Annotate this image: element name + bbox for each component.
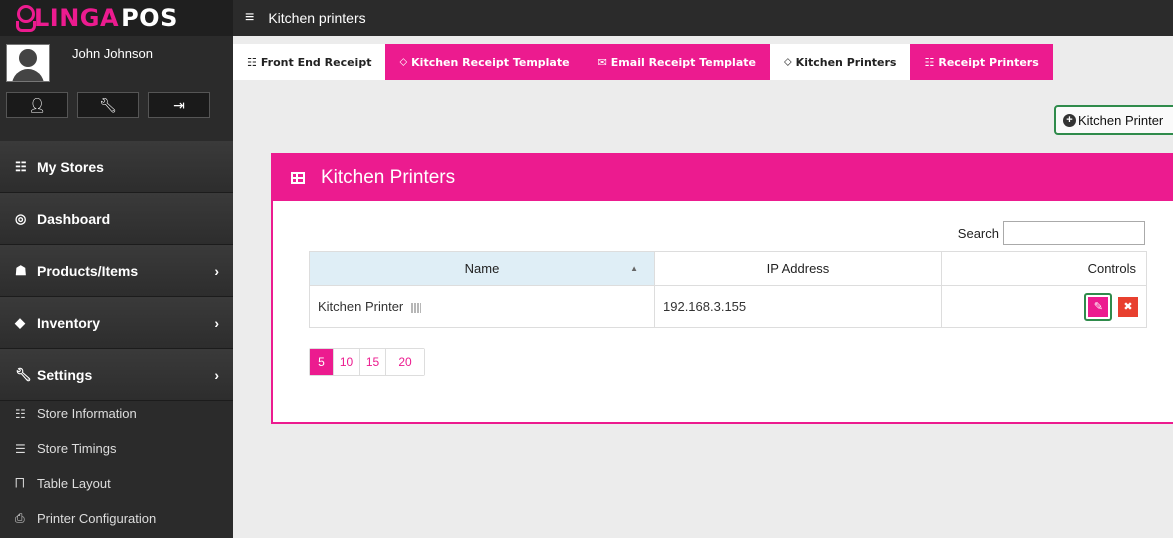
panel-title: Kitchen Printers — [321, 167, 456, 188]
top-bar: ≡ Kitchen printers — [233, 0, 1173, 36]
settings-tabs: ☷ Front End Receipt ⬦ Kitchen Receipt Te… — [233, 44, 1053, 80]
template-icon: ⬦ — [783, 55, 792, 68]
inventory-icon: ◆ — [15, 314, 25, 330]
sidebar-item-label: Store Timings — [37, 441, 117, 456]
sidebar-item-store-timings[interactable]: ☰ Store Timings — [0, 431, 233, 466]
table-header-row: Name ▲ IP Address Controls — [309, 251, 1147, 286]
page-size-option[interactable]: 15 — [360, 349, 386, 375]
printer-ip-cell: 192.168.3.155 — [654, 285, 942, 328]
logo-icon — [14, 5, 36, 32]
receipt-icon: ☷ — [247, 55, 257, 69]
sidebar-item-label: Store Information — [37, 406, 137, 421]
search-row: Search — [958, 221, 1145, 245]
sidebar-item-label: Settings — [37, 366, 93, 383]
column-header-ip-address[interactable]: IP Address — [654, 251, 942, 286]
tab-kitchen-receipt-template[interactable]: ⬦ Kitchen Receipt Template — [385, 44, 584, 80]
sidebar-item-dashboard[interactable]: ◎ Dashboard — [0, 193, 233, 245]
sidebar-item-printer-configuration[interactable]: ⎙ Printer Configuration — [0, 501, 233, 536]
column-header-name[interactable]: Name ▲ — [309, 251, 655, 286]
tools-icon: 🔧︎ — [99, 96, 117, 113]
column-header-controls: Controls — [941, 251, 1147, 286]
sidebar-item-label: Table Layout — [37, 476, 111, 491]
sidebar-nav: ☷ My Stores ◎ Dashboard ☗ Products/Items… — [0, 141, 233, 401]
user-name: John Johnson — [72, 46, 153, 61]
sidebar-item-label: Inventory — [37, 314, 101, 331]
sidebar-item-settings[interactable]: 🔧︎ Settings › — [0, 349, 233, 401]
search-label: Search — [957, 225, 999, 241]
tab-label: Kitchen Printers — [795, 55, 897, 69]
qr-code-icon — [410, 302, 421, 313]
pencil-icon: ✎ — [1093, 301, 1103, 313]
page-size-option[interactable]: 10 — [334, 349, 360, 375]
dashboard-icon: ◎ — [15, 210, 27, 226]
chevron-right-icon: › — [214, 314, 219, 331]
edit-button-highlight: ✎ — [1084, 292, 1113, 321]
tab-receipt-printers[interactable]: ☷ Receipt Printers — [910, 44, 1053, 80]
sidebar-item-label: Dashboard — [37, 210, 111, 227]
page-size-selector: 5 10 15 20 — [309, 348, 425, 376]
plus-circle-icon: + — [1063, 113, 1076, 127]
panel-header: Kitchen Printers — [273, 155, 1173, 201]
chevron-right-icon: › — [214, 262, 219, 279]
linga-pos-logo[interactable]: LINGA POS — [0, 0, 233, 36]
controls-cell: ✎ ✖ — [941, 285, 1147, 328]
logout-button[interactable]: ⇥ — [148, 92, 210, 118]
store-icon: ☷ — [15, 158, 27, 174]
sidebar-item-table-layout[interactable]: ⨅ Table Layout — [0, 466, 233, 501]
tab-kitchen-printers[interactable]: ⬦ Kitchen Printers — [769, 44, 911, 80]
tab-front-end-receipt[interactable]: ☷ Front End Receipt — [233, 44, 386, 80]
tab-label: Kitchen Receipt Template — [411, 55, 570, 69]
user-actions: 👤︎ 🔧︎ ⇥ — [0, 92, 233, 126]
delete-button[interactable]: ✖ — [1118, 296, 1138, 317]
table-grid-icon — [291, 172, 305, 184]
store-timings-icon: ☰ — [15, 441, 26, 456]
template-icon: ⬦ — [399, 55, 408, 68]
logout-icon: ⇥ — [173, 96, 185, 113]
add-button-label: Kitchen Printer — [1078, 112, 1164, 128]
user-profile: John Johnson — [0, 36, 233, 92]
tools-button[interactable]: 🔧︎ — [77, 92, 139, 118]
tab-label: Email Receipt Template — [610, 55, 756, 69]
kitchen-printers-panel: Kitchen Printers Search Name ▲ IP Addres… — [271, 153, 1173, 424]
printer-icon: ⎙ — [15, 511, 25, 525]
sidebar-item-label: My Stores — [37, 158, 104, 175]
logo-text-pos: POS — [121, 4, 178, 32]
search-input[interactable] — [1003, 221, 1145, 245]
page-size-option[interactable]: 5 — [310, 349, 334, 375]
sidebar-item-store-information[interactable]: ☷ Store Information — [0, 396, 233, 431]
products-icon: ☗ — [15, 262, 27, 278]
sidebar-item-label: Printer Configuration — [37, 511, 157, 526]
hamburger-menu-icon[interactable]: ≡ — [245, 9, 254, 27]
sidebar: LINGA POS John Johnson 👤︎ 🔧︎ ⇥ ☷ My Stor… — [0, 0, 233, 538]
tab-label: Front End Receipt — [260, 55, 372, 69]
logo-text-linga: LINGA — [34, 4, 120, 32]
settings-submenu: ☷ Store Information ☰ Store Timings ⨅ Ta… — [0, 396, 233, 536]
tab-email-receipt-template[interactable]: ✉ Email Receipt Template — [583, 44, 770, 80]
user-icon: 👤︎ — [28, 96, 46, 113]
add-kitchen-printer-button[interactable]: + Kitchen Printer — [1054, 105, 1173, 135]
sidebar-item-products[interactable]: ☗ Products/Items › — [0, 245, 233, 297]
printer-name-cell: Kitchen Printer — [309, 285, 655, 328]
page-title: Kitchen printers — [268, 10, 366, 26]
envelope-icon: ✉ — [597, 55, 607, 69]
settings-icon: 🔧︎ — [15, 366, 32, 382]
chevron-right-icon: › — [214, 366, 219, 383]
avatar[interactable] — [6, 44, 50, 82]
edit-button[interactable]: ✎ — [1088, 296, 1109, 317]
table-layout-icon: ⨅ — [15, 476, 25, 490]
tab-label: Receipt Printers — [938, 55, 1039, 69]
store-info-icon: ☷ — [15, 406, 26, 421]
sidebar-item-inventory[interactable]: ◆ Inventory › — [0, 297, 233, 349]
trash-icon: ✖ — [1123, 301, 1133, 313]
page-size-option[interactable]: 20 — [386, 349, 424, 375]
profile-button[interactable]: 👤︎ — [6, 92, 68, 118]
sidebar-item-label: Products/Items — [37, 262, 139, 279]
printer-name: Kitchen Printer — [318, 299, 404, 314]
receipt-icon: ☷ — [924, 55, 935, 69]
table-row: Kitchen Printer 192.168.3.155 ✎ ✖ — [309, 285, 1147, 328]
sort-ascending-icon: ▲ — [630, 264, 638, 273]
printers-table: Name ▲ IP Address Controls Kitchen Print… — [309, 251, 1147, 328]
sidebar-item-my-stores[interactable]: ☷ My Stores — [0, 141, 233, 193]
